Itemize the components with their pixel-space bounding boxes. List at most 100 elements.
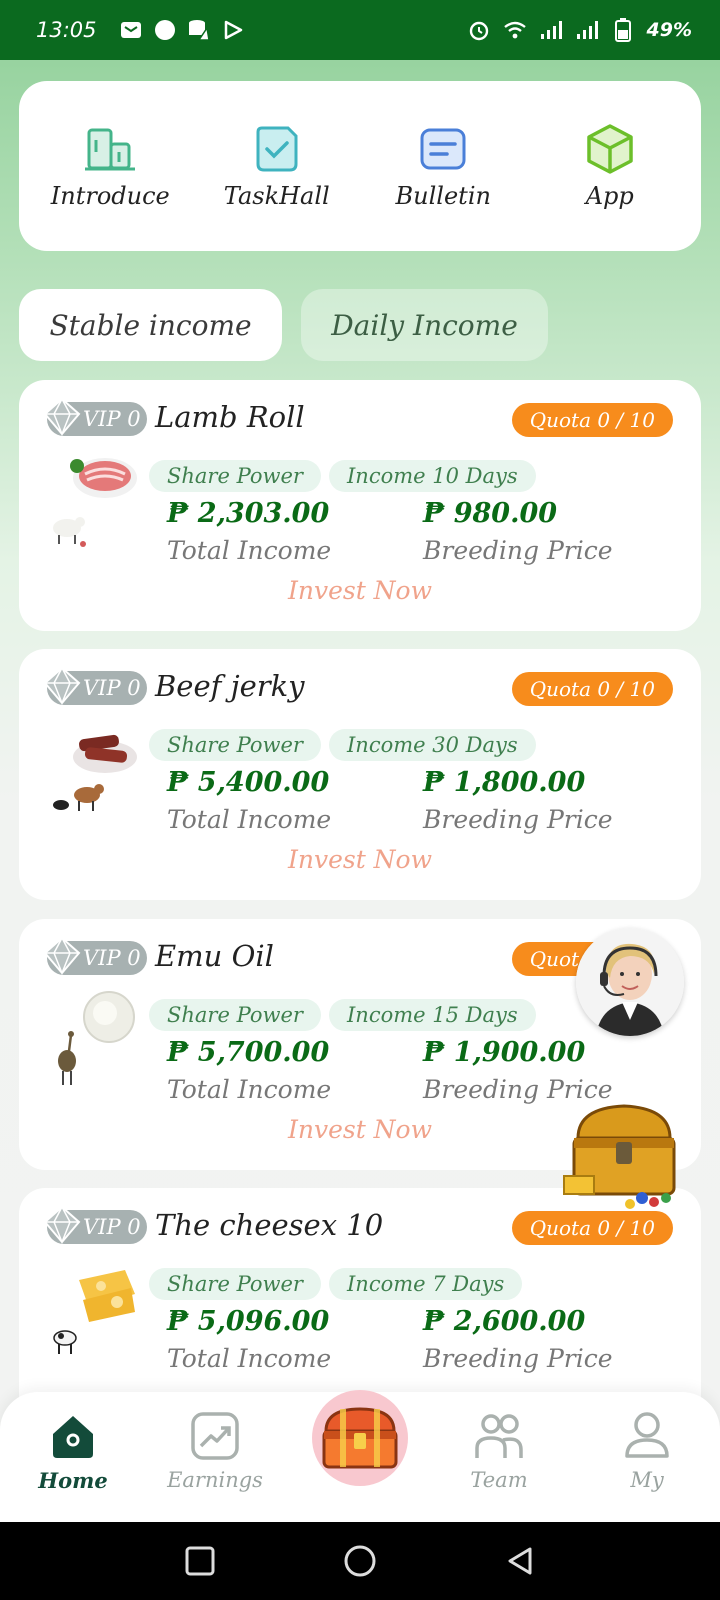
nav-home[interactable]: Home [18,1410,128,1493]
nav-treasure-center[interactable] [312,1390,408,1486]
nav-label: My [630,1468,664,1492]
support-agent-icon [576,928,684,1036]
total-income-value: ₱ 5,400.00 [167,767,330,798]
status-bar: 13:05 49% [0,0,720,60]
breeding-price-value: ₱ 980.00 [423,498,558,529]
income-tabs: Stable income Daily Income [19,289,548,361]
quick-link-taskhall[interactable]: TaskHall [197,122,357,210]
diamond-icon [43,936,81,976]
vip-badge: VIP 0 [43,1205,147,1245]
total-income-label: Total Income [167,536,332,565]
total-income-value: ₱ 5,096.00 [167,1306,330,1337]
breeding-price-label: Breeding Price [423,536,613,565]
diamond-icon [43,666,81,706]
total-income-value: ₱ 2,303.00 [167,498,330,529]
quick-link-label: Bulletin [395,182,491,210]
breeding-price-label: Breeding Price [423,1344,613,1373]
vip-label: VIP 0 [83,946,141,970]
customer-service-button[interactable] [576,928,684,1036]
vip-badge: VIP 0 [43,397,147,437]
nav-my[interactable]: My [592,1410,702,1492]
quick-link-introduce[interactable]: Introduce [30,122,190,210]
nav-label: Earnings [167,1468,263,1492]
beef-jerky-image [53,734,137,811]
user-icon [625,1412,669,1458]
battery-percent: 49% [646,19,692,41]
tab-daily-income[interactable]: Daily Income [301,289,548,361]
share-power-chip: Share Power [149,729,321,761]
total-income-value: ₱ 5,700.00 [167,1037,330,1068]
home-circle-icon[interactable] [343,1544,377,1578]
tab-stable-income[interactable]: Stable income [19,289,282,361]
chart-up-icon [191,1412,239,1460]
breeding-price-label: Breeding Price [423,805,613,834]
breeding-price-value: ₱ 2,600.00 [423,1306,586,1337]
product-name: Emu Oil [155,939,274,973]
product-card: VIP 0 Lamb Roll Quota 0 / 10 Share Power… [19,380,701,631]
product-card: VIP 0 Beef jerky Quota 0 / 10 Share Powe… [19,649,701,900]
quick-link-label: TaskHall [223,182,330,210]
income-days-chip: Income 30 Days [329,729,536,761]
vip-label: VIP 0 [83,407,141,431]
vip-badge: VIP 0 [43,666,147,706]
income-days-chip: Income 7 Days [329,1268,523,1300]
mail-icon [119,18,143,42]
team-icon [475,1414,523,1458]
quick-links-card: Introduce TaskHall Bulletin App [19,81,701,251]
vip-label: VIP 0 [83,676,141,700]
treasure-chest-icon[interactable] [560,1098,688,1216]
product-name: Beef jerky [155,669,305,703]
nav-earnings[interactable]: Earnings [160,1410,270,1492]
product-name: The cheesex 10 [155,1208,384,1242]
share-power-chip: Share Power [149,999,321,1031]
bulletin-icon [420,128,466,170]
total-income-label: Total Income [167,1344,332,1373]
total-income-label: Total Income [167,805,332,834]
cube-icon [587,124,633,174]
diamond-icon [43,397,81,437]
storage-icon [187,18,211,42]
cheese-image [53,1270,135,1354]
nav-label: Team [470,1468,528,1492]
home-icon [53,1416,93,1458]
task-icon [256,126,298,172]
invest-now-button[interactable]: Invest Now [19,576,701,605]
signal-icon-2 [575,18,599,42]
wifi-icon [503,18,527,42]
back-icon[interactable] [504,1545,536,1577]
nav-team[interactable]: Team [444,1410,554,1492]
breeding-price-value: ₱ 1,800.00 [423,767,586,798]
signal-icon [539,18,563,42]
product-name: Lamb Roll [155,400,305,434]
vip-badge: VIP 0 [43,936,147,976]
quota-badge: Quota 0 / 10 [511,672,673,706]
total-income-label: Total Income [167,1075,332,1104]
bottom-navigation: Home Earnings Team My [0,1390,720,1522]
quick-link-bulletin[interactable]: Bulletin [363,122,523,210]
battery-icon [611,18,635,42]
quick-link-label: App [585,182,634,210]
status-time: 13:05 [36,18,97,42]
income-days-chip: Income 10 Days [329,460,536,492]
income-days-chip: Income 15 Days [329,999,536,1031]
emu-oil-image [58,991,135,1085]
breeding-price-value: ₱ 1,900.00 [423,1037,586,1068]
share-power-chip: Share Power [149,460,321,492]
quick-link-app[interactable]: App [530,122,690,210]
alarm-icon [467,18,491,42]
nav-label: Home [38,1468,108,1493]
lamb-roll-image [53,458,137,547]
dot-icon [153,18,177,42]
quota-badge: Quota 0 / 10 [511,1211,673,1245]
play-icon [221,18,245,42]
quota-badge: Quota 0 / 10 [511,403,673,437]
invest-now-button[interactable]: Invest Now [19,845,701,874]
share-power-chip: Share Power [149,1268,321,1300]
vip-label: VIP 0 [83,1215,141,1239]
building-icon [85,128,136,171]
quick-link-label: Introduce [50,182,170,210]
recents-icon[interactable] [184,1545,216,1577]
system-navigation-bar [0,1522,720,1600]
diamond-icon [43,1205,81,1245]
chest-icon [322,1407,398,1469]
